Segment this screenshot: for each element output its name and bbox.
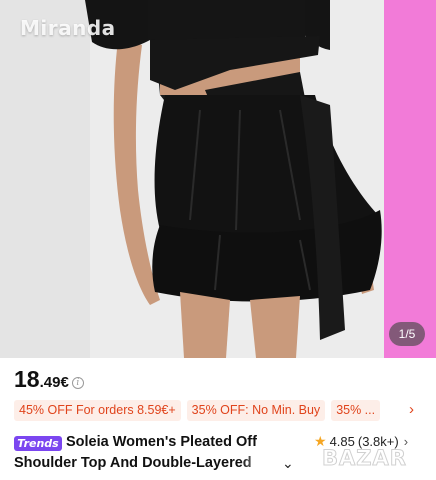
product-title-line-2: Shoulder Top And Double-Layered xyxy=(14,455,252,471)
promo-chip-row[interactable]: 45% OFF For orders 8.59€+ 35% OFF: No Mi… xyxy=(14,399,386,421)
brand-watermark: Miranda xyxy=(20,16,116,40)
site-watermark: BAZAR xyxy=(322,446,407,471)
chevron-down-icon[interactable]: ⌄ xyxy=(282,455,294,472)
product-photo xyxy=(0,0,436,358)
price-decimal: .49€ xyxy=(39,374,69,391)
promo-chip[interactable]: 35% OFF: No Min. Buy xyxy=(186,399,326,421)
promo-chip[interactable]: 35% ... xyxy=(331,399,381,421)
chevron-right-icon[interactable]: › xyxy=(409,401,414,419)
promo-chip[interactable]: 45% OFF For orders 8.59€+ xyxy=(14,399,181,421)
price: 18 .49€ i xyxy=(14,366,84,396)
info-icon[interactable]: i xyxy=(71,377,84,389)
price-integer: 18 xyxy=(14,366,40,392)
product-image-gallery[interactable]: Miranda 1/5 xyxy=(0,0,436,358)
trends-badge: Trends xyxy=(14,436,62,451)
title-fade xyxy=(240,452,278,474)
image-counter-badge: 1/5 xyxy=(389,322,425,346)
product-title-line-1: Soleia Women's Pleated Off xyxy=(66,434,257,450)
